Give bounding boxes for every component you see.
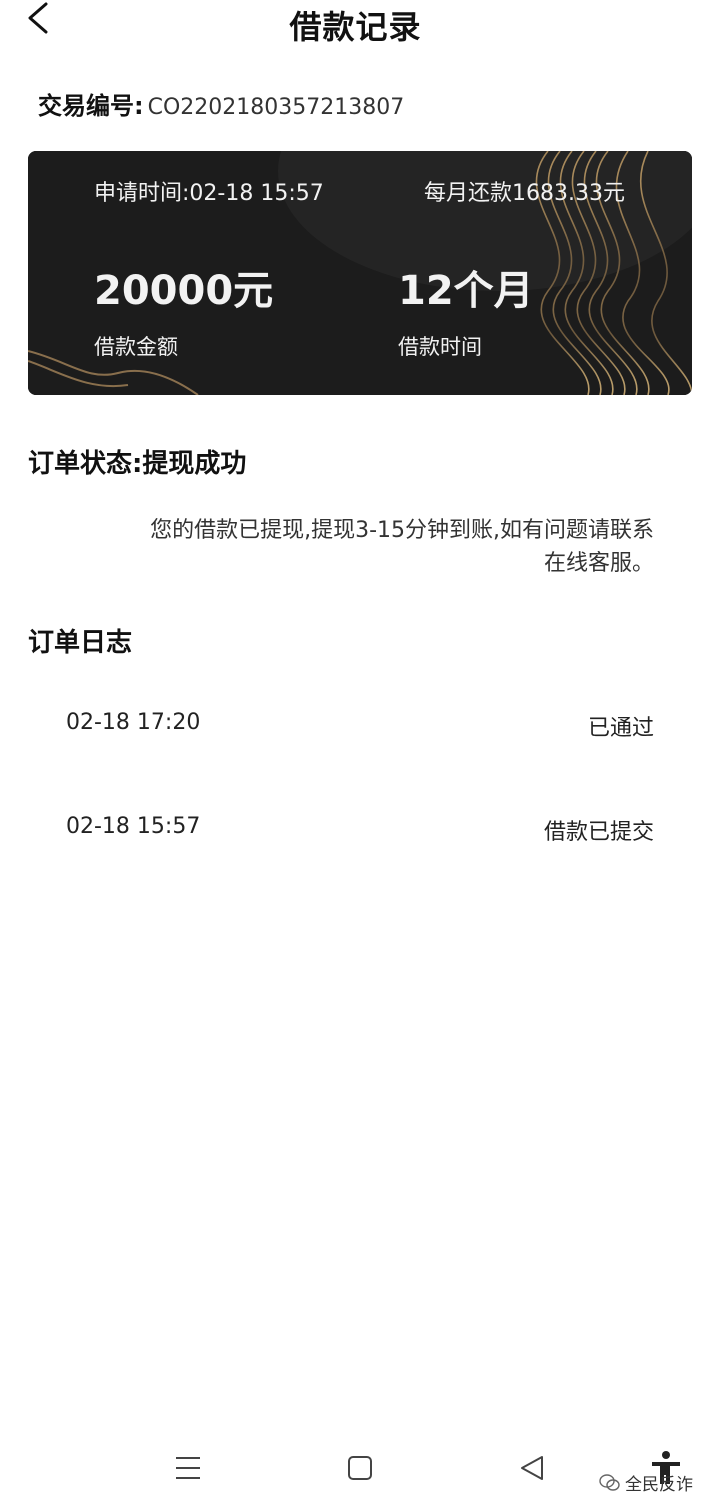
- loan-amount: 20000元: [94, 268, 274, 314]
- notice-line-2: 在线客服。: [543, 551, 654, 576]
- page-title: 借款记录: [289, 8, 422, 46]
- log-entry: 02-18 15:57 借款已提交: [66, 814, 654, 854]
- nav-home-button[interactable]: [340, 1448, 380, 1488]
- nav-back-button[interactable]: [512, 1448, 552, 1488]
- transaction-number: 交易编号: CO2202180357213807: [38, 86, 404, 121]
- monthly-repayment: 每月还款1683.33元: [424, 181, 625, 206]
- triangle-back-icon: [521, 1456, 543, 1480]
- log-time: 02-18 15:57: [66, 814, 201, 839]
- notice-line-1: 您的借款已提现,提现3-15分钟到账,如有问题请联系: [150, 518, 654, 543]
- log-status: 借款已提交: [543, 820, 654, 845]
- loan-term: 12个月: [398, 268, 534, 314]
- log-status: 已通过: [587, 716, 654, 741]
- square-icon: [348, 1456, 372, 1480]
- header: 借款记录: [0, 0, 711, 50]
- wechat-icon: [599, 1473, 621, 1497]
- log-time: 02-18 17:20: [66, 710, 201, 735]
- loan-summary-card: 申请时间:02-18 15:57 每月还款1683.33元 20000元 12个…: [28, 151, 692, 395]
- order-log-title: 订单日志: [28, 628, 133, 658]
- loan-amount-label: 借款金额: [94, 335, 178, 359]
- nav-menu-button[interactable]: [168, 1448, 208, 1488]
- watermark-text: 全民反诈: [625, 1475, 693, 1495]
- loan-record-screen: 借款记录 交易编号: CO2202180357213807 申请时间:02-18…: [0, 0, 711, 1512]
- transaction-label: 交易编号:: [38, 92, 144, 120]
- menu-icon: [176, 1457, 200, 1479]
- order-status: 订单状态:提现成功: [28, 449, 247, 479]
- log-entry: 02-18 17:20 已通过: [66, 710, 654, 750]
- loan-term-label: 借款时间: [398, 335, 482, 359]
- status-notice: 您的借款已提现,提现3-15分钟到账,如有问题请联系 在线客服。: [60, 514, 654, 580]
- apply-time: 申请时间:02-18 15:57: [94, 181, 324, 206]
- watermark: 全民反诈: [599, 1470, 693, 1497]
- transaction-id: CO2202180357213807: [147, 95, 405, 120]
